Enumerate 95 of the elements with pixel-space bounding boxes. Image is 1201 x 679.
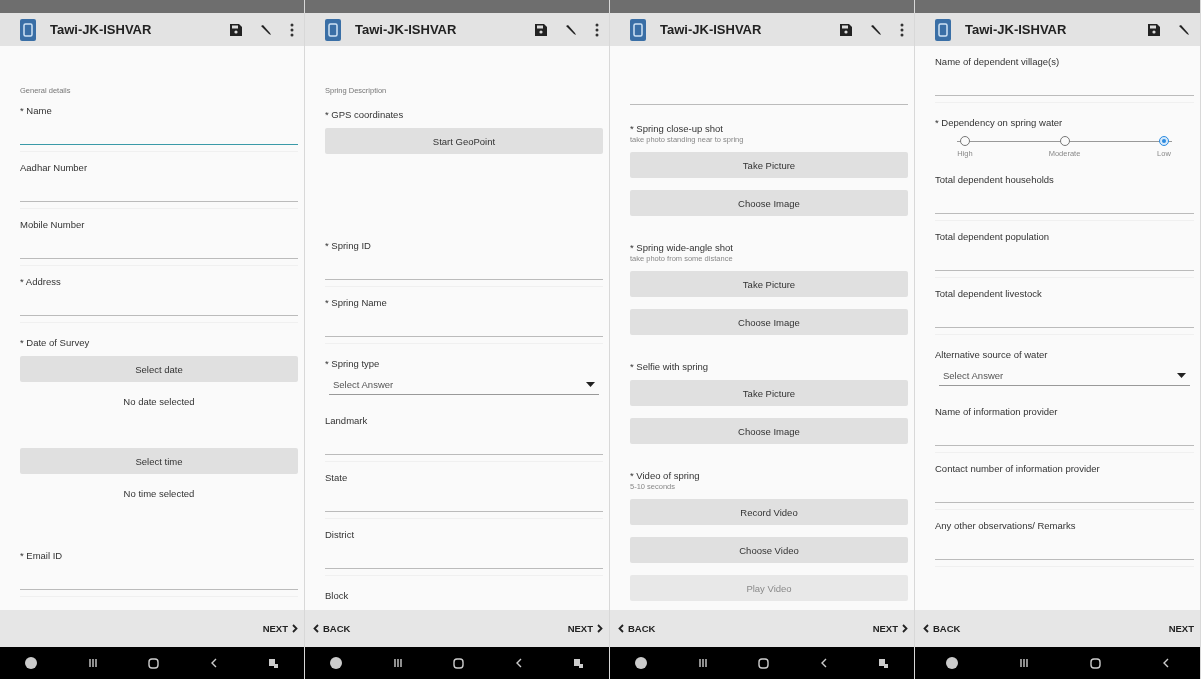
question-label: Alternative source of water	[935, 349, 1049, 360]
field-label: Landmark	[325, 415, 369, 426]
action-button[interactable]: Select time	[20, 448, 298, 474]
back-icon[interactable]	[820, 658, 828, 668]
app-title: Tawi-JK-ISHVAR	[965, 22, 1068, 37]
back-icon[interactable]	[1162, 658, 1170, 668]
question-label: * Selfie with spring	[630, 361, 710, 372]
app-title: Tawi-JK-ISHVAR	[660, 22, 763, 37]
app-title: Tawi-JK-ISHVAR	[50, 22, 153, 37]
save-icon[interactable]	[535, 23, 547, 36]
save-icon[interactable]	[230, 23, 242, 36]
dropdown[interactable]: Select Answer	[329, 377, 599, 395]
app-title: Tawi-JK-ISHVAR	[355, 22, 458, 37]
field-label: Any other observations/ Remarks	[935, 520, 1077, 531]
selection-status: No time selected	[122, 487, 196, 501]
screenshot-icon[interactable]	[877, 657, 889, 669]
back-icon[interactable]	[210, 658, 218, 668]
pen-icon[interactable]	[1178, 23, 1190, 36]
question-label: * Spring close-up shot	[630, 123, 724, 134]
app-logo-icon	[935, 18, 951, 41]
home-icon[interactable]	[1090, 657, 1102, 669]
circle-app-icon[interactable]	[635, 657, 648, 669]
question-label: * Dependency on spring water	[935, 117, 1064, 128]
menu-icon[interactable]	[900, 22, 904, 37]
back-link[interactable]: BACK	[313, 623, 351, 634]
field-label: * Spring ID	[325, 240, 372, 251]
field-label: Mobile Number	[20, 219, 86, 230]
menu-icon[interactable]	[595, 22, 599, 37]
chevron-left-icon	[618, 624, 624, 633]
field-label: Aadhar Number	[20, 162, 89, 173]
circle-app-icon[interactable]	[25, 657, 38, 669]
screenshot-icon[interactable]	[572, 657, 584, 669]
dropdown-caret-icon	[586, 382, 595, 387]
question-label: * GPS coordinates	[325, 109, 405, 120]
dropdown[interactable]: Select Answer	[939, 368, 1190, 386]
field-label: * Address	[20, 276, 62, 287]
question-label: * Video of spring	[630, 470, 701, 481]
action-button[interactable]: Choose Image	[630, 418, 908, 444]
field-label: * Spring Name	[325, 297, 388, 308]
circle-app-icon[interactable]	[945, 657, 958, 669]
recent-apps-icon[interactable]	[392, 658, 403, 668]
action-button[interactable]: Take Picture	[630, 152, 908, 178]
recent-apps-icon[interactable]	[1018, 658, 1029, 668]
next-link[interactable]: NEXT	[1168, 623, 1194, 634]
field-label: * Email ID	[20, 550, 64, 561]
action-button[interactable]: Choose Image	[630, 190, 908, 216]
field-label: District	[325, 529, 356, 540]
save-icon[interactable]	[840, 23, 852, 36]
field-label: Total dependent livestock	[935, 288, 1043, 299]
field-label: Total dependent households	[935, 174, 1055, 185]
field-label: State	[325, 472, 349, 483]
app-logo-icon	[630, 18, 646, 41]
next-link[interactable]: NEXT	[262, 623, 298, 634]
app-logo-icon	[20, 18, 36, 41]
action-button[interactable]: Choose Video	[630, 537, 908, 563]
back-link[interactable]: BACK	[923, 623, 961, 634]
action-button[interactable]: Choose Image	[630, 309, 908, 335]
selection-status: No date selected	[122, 395, 196, 409]
back-icon[interactable]	[515, 658, 523, 668]
chevron-left-icon	[923, 624, 929, 633]
action-button[interactable]: Take Picture	[630, 380, 908, 406]
save-icon[interactable]	[1148, 23, 1160, 36]
question-label: * Spring type	[325, 358, 381, 369]
app-logo-icon	[325, 18, 341, 41]
field-label: Contact number of information provider	[935, 463, 1101, 474]
home-icon[interactable]	[453, 657, 465, 669]
question-label: * Spring wide-angle shot	[630, 242, 734, 253]
circle-app-icon[interactable]	[330, 657, 343, 669]
field-label: * Name	[20, 105, 53, 116]
question-label: Block	[325, 590, 350, 601]
menu-icon[interactable]	[290, 22, 294, 37]
next-link[interactable]: NEXT	[872, 623, 908, 634]
radio-button[interactable]	[960, 136, 970, 146]
screenshot-icon[interactable]	[267, 657, 279, 669]
pen-icon[interactable]	[565, 23, 577, 36]
action-button[interactable]: Record Video	[630, 499, 908, 525]
field-label: Name of information provider	[935, 406, 1059, 417]
next-link[interactable]: NEXT	[567, 623, 603, 634]
radio-button[interactable]	[1059, 136, 1070, 146]
action-button[interactable]: Take Picture	[630, 271, 908, 297]
pen-icon[interactable]	[870, 23, 882, 36]
question-label: * Date of Survey	[20, 337, 91, 348]
action-button[interactable]: Select date	[20, 356, 298, 382]
back-link[interactable]: BACK	[618, 623, 656, 634]
recent-apps-icon[interactable]	[87, 658, 98, 668]
home-icon[interactable]	[148, 657, 160, 669]
recent-apps-icon[interactable]	[697, 658, 708, 668]
chevron-left-icon	[313, 624, 319, 633]
pen-icon[interactable]	[260, 23, 272, 36]
dropdown-caret-icon	[1177, 373, 1186, 378]
field-label: Name of dependent village(s)	[935, 56, 1061, 67]
field-label: Total dependent population	[935, 231, 1051, 242]
action-button[interactable]: Start GeoPoint	[325, 128, 603, 154]
home-icon[interactable]	[758, 657, 770, 669]
radio-button[interactable]	[1159, 136, 1169, 146]
